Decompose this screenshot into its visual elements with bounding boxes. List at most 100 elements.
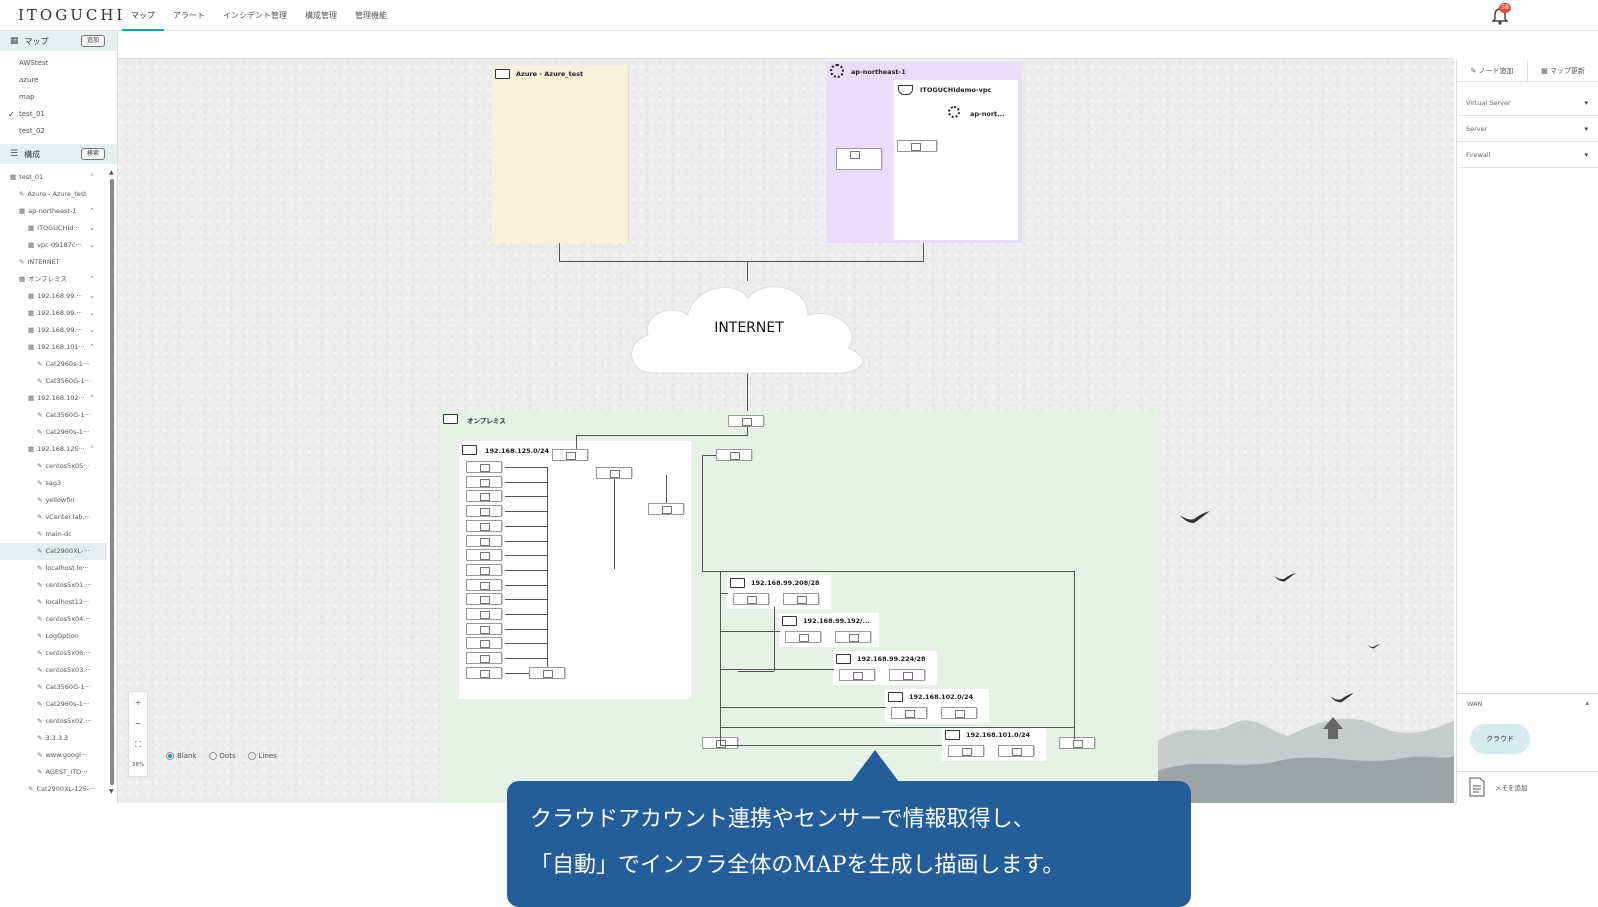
- tree-item[interactable]: ✎ Cat2900XL-125-···: [0, 781, 107, 794]
- network-node[interactable]: [466, 563, 502, 576]
- bg-option-lines[interactable]: Lines: [247, 752, 277, 760]
- tree-item[interactable]: ✎ centos5x02.···: [0, 713, 107, 730]
- network-node[interactable]: [835, 631, 871, 643]
- group-azure[interactable]: Azure - Azure_test: [491, 65, 629, 243]
- group-subnet-101[interactable]: 192.168.101.0/24: [942, 727, 1046, 761]
- tree-item[interactable]: ✎ sag3: [0, 475, 107, 492]
- chevron-up-icon[interactable]: ⌃: [89, 441, 95, 458]
- network-node[interactable]: [552, 449, 588, 461]
- chevron-down-icon[interactable]: ⌄: [89, 220, 95, 237]
- network-node[interactable]: [466, 652, 502, 665]
- tree-item[interactable]: ✎ Cat3560G-1···: [0, 679, 107, 696]
- tree-item[interactable]: ✎ Cat2960s-1···: [0, 424, 107, 441]
- chevron-up-icon[interactable]: ⌃: [89, 203, 95, 220]
- chevron-up-icon[interactable]: ⌃: [89, 169, 95, 186]
- chevron-up-icon[interactable]: ⌃: [89, 339, 95, 356]
- bg-option-dots[interactable]: Dots: [208, 752, 236, 760]
- tree-item[interactable]: ✎ centos5x04.···: [0, 611, 107, 628]
- network-node[interactable]: [466, 534, 502, 547]
- network-node[interactable]: [466, 578, 502, 591]
- tree-item[interactable]: ✎ vCenter.lab.···: [0, 509, 107, 526]
- network-node[interactable]: [889, 669, 925, 681]
- group-onprem[interactable]: オンプレミス 192.168.125.0/24 192.168.99.208/2…: [440, 411, 1158, 803]
- group-vpc[interactable]: ITOGUCHIdemo-vpc ap-nort...: [894, 80, 1018, 240]
- map-item-test-01[interactable]: ✓ test_01: [0, 106, 117, 123]
- network-node[interactable]: [466, 490, 502, 503]
- network-node[interactable]: [785, 631, 821, 643]
- dropdown-virtual-server[interactable]: Virtual Server ▾: [1457, 90, 1598, 116]
- wan-header[interactable]: WAN ▴: [1457, 694, 1598, 714]
- network-node[interactable]: [1059, 737, 1095, 749]
- dropdown-server[interactable]: Server ▾: [1457, 116, 1598, 142]
- tab-update-map[interactable]: ▦ マップ更新: [1528, 60, 1598, 81]
- tree-item[interactable]: ✎ centos5x03.···: [0, 662, 107, 679]
- network-node[interactable]: [466, 666, 502, 679]
- tab-incident[interactable]: インシデント管理: [214, 0, 296, 31]
- network-node[interactable]: [466, 475, 502, 488]
- network-node[interactable]: [466, 608, 502, 620]
- group-subnet-125[interactable]: 192.168.125.0/24: [459, 441, 691, 699]
- bg-option-blank[interactable]: Blank: [166, 752, 197, 760]
- network-node[interactable]: [998, 745, 1034, 757]
- tree-item[interactable]: ▦ ap-northeast-1 ⌃: [0, 203, 107, 220]
- group-subnet-192[interactable]: 192.168.99.192/...: [779, 613, 879, 647]
- network-node[interactable]: [466, 622, 502, 635]
- chevron-down-icon[interactable]: ⌄: [89, 288, 95, 305]
- network-node[interactable]: [728, 415, 764, 427]
- network-node[interactable]: [466, 505, 502, 518]
- search-config-button[interactable]: 検索: [80, 148, 105, 160]
- network-node[interactable]: [466, 637, 502, 650]
- tree-item[interactable]: ✎ localhost.lo···: [0, 560, 107, 577]
- tab-map[interactable]: マップ: [122, 0, 164, 31]
- network-node[interactable]: [948, 745, 984, 757]
- tree-item[interactable]: ✎ centos5x06.···: [0, 645, 107, 662]
- chevron-down-icon[interactable]: ⌄: [89, 305, 95, 322]
- group-subnet-208[interactable]: 192.168.99.208/28: [727, 575, 831, 609]
- tree-item[interactable]: ✎ 3.3.3.3: [0, 730, 107, 747]
- tree-item[interactable]: ▦ vpc-09187c··· ⌄: [0, 237, 107, 254]
- tab-add-node[interactable]: ✎ ノード追加: [1457, 60, 1528, 81]
- chevron-down-icon[interactable]: ⌄: [89, 322, 95, 339]
- chevron-up-icon[interactable]: ⌃: [89, 390, 95, 407]
- tree-item[interactable]: ✎ localhost12···: [0, 594, 107, 611]
- tree-item[interactable]: ▦ 192.168.99.··· ⌄: [0, 322, 107, 339]
- map-item-test-02[interactable]: test_02: [0, 123, 117, 140]
- tree-item[interactable]: ✎ Cat3560G-1···: [0, 373, 107, 390]
- tree-item[interactable]: ▦ 192.168.99.··· ⌄: [0, 305, 107, 322]
- tree-item[interactable]: ▦ ITOGUCHId··· ⌄: [0, 220, 107, 237]
- tree-item[interactable]: ▦ 192.168.101··· ⌃: [0, 339, 107, 356]
- tree-item[interactable]: ✎ centos5x05···: [0, 458, 107, 475]
- tree-item[interactable]: ✎ Cat2960s-1···: [0, 356, 107, 373]
- tree-item[interactable]: ✎ centos5x01.···: [0, 577, 107, 594]
- chevron-down-icon[interactable]: ⌄: [89, 237, 95, 254]
- network-node[interactable]: [466, 593, 502, 606]
- tree-item[interactable]: ▦ 192.168.99.··· ⌄: [0, 288, 107, 305]
- tree-item[interactable]: ✎ Azure - Azure_test: [0, 186, 107, 203]
- tree-item[interactable]: ▦ オンプレミス ⌃: [0, 271, 107, 288]
- network-node[interactable]: [941, 707, 977, 719]
- map-canvas[interactable]: Azure - Azure_test ap-northeast-1 ITOGUC…: [118, 31, 1454, 803]
- dropdown-firewall[interactable]: Firewall ▾: [1457, 142, 1598, 168]
- network-node[interactable]: [466, 461, 502, 473]
- tree-item[interactable]: ✎ LogOption: [0, 628, 107, 645]
- network-node[interactable]: [897, 140, 937, 152]
- network-node[interactable]: [783, 593, 819, 605]
- tree-item[interactable]: ▦ 192.168.102··· ⌃: [0, 390, 107, 407]
- tab-config[interactable]: 構成管理: [296, 0, 346, 31]
- map-item-awstest[interactable]: AWStest: [0, 55, 117, 72]
- network-node[interactable]: [836, 148, 882, 170]
- network-node[interactable]: [733, 593, 769, 605]
- tab-admin[interactable]: 管理機能: [346, 0, 396, 31]
- group-subnet-224[interactable]: 192.168.99.224/28: [833, 651, 937, 685]
- tree-item[interactable]: ✎ www.googl···: [0, 747, 107, 764]
- fit-view-button[interactable]: ⛶: [129, 734, 147, 755]
- network-node[interactable]: [529, 667, 565, 679]
- scroll-down-icon[interactable]: ▼: [109, 788, 114, 795]
- scroll-thumb[interactable]: [110, 179, 114, 785]
- zoom-in-button[interactable]: +: [129, 692, 147, 713]
- tree-item[interactable]: ✎ Cat2960s-1···: [0, 696, 107, 713]
- tree-item[interactable]: ✎ AGEST_ITO···: [0, 764, 107, 781]
- tree-item[interactable]: ✎ main-dc: [0, 526, 107, 543]
- cloud-node-chip[interactable]: クラウド: [1470, 724, 1530, 754]
- network-node[interactable]: [891, 707, 927, 719]
